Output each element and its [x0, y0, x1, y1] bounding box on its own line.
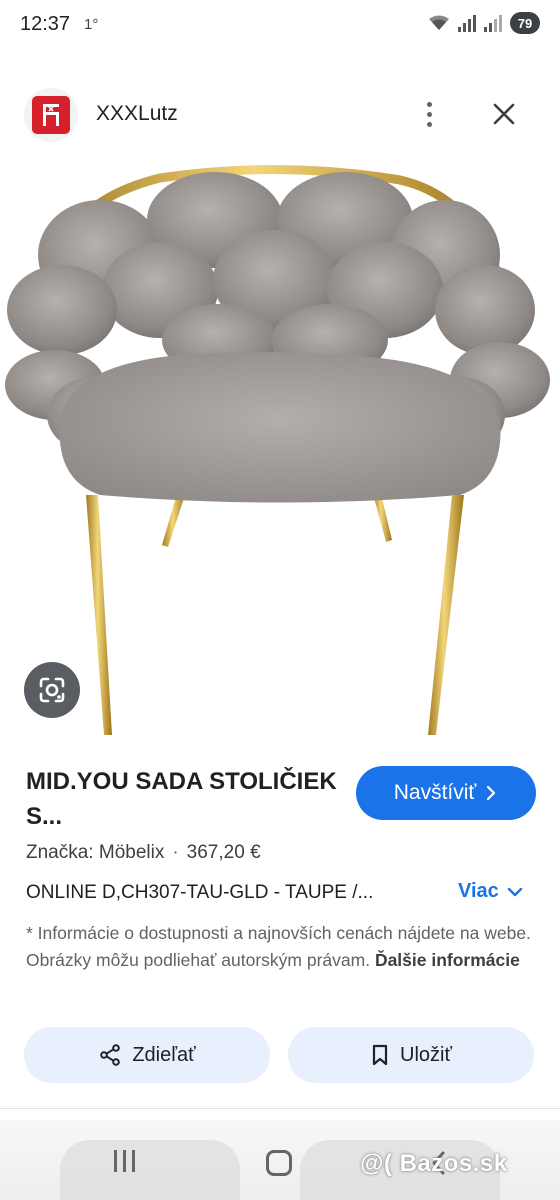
google-lens-icon — [39, 677, 65, 703]
bookmark-icon — [372, 1044, 388, 1066]
status-time: 12:37 — [20, 13, 71, 35]
recents-button[interactable] — [110, 1150, 138, 1174]
share-label: Zdieľať — [132, 1043, 196, 1066]
more-vert-icon[interactable] — [414, 96, 444, 132]
price: 367,20 € — [186, 842, 261, 863]
chevron-down-icon — [507, 887, 522, 896]
home-button[interactable] — [266, 1150, 292, 1176]
battery-icon: 79 — [510, 12, 540, 34]
save-label: Uložiť — [400, 1043, 452, 1066]
chair-logo-icon — [43, 104, 59, 126]
visit-button[interactable]: Navštíviť — [356, 766, 536, 820]
xxxlutz-chair-logo-icon — [32, 96, 70, 134]
status-icons: 79 — [428, 12, 540, 34]
chevron-right-icon — [487, 785, 496, 801]
more-info-link[interactable]: Ďalšie informácie — [375, 950, 520, 970]
google-lens-button[interactable] — [24, 662, 80, 718]
status-bar: 12:37 1° 79 — [0, 0, 560, 50]
watermark: @( Bazos.sk — [360, 1150, 508, 1177]
signal-icon — [484, 14, 502, 32]
close-icon[interactable] — [486, 96, 522, 132]
share-icon — [100, 1044, 121, 1066]
system-nav-bar: @( Bazos.sk — [0, 1120, 560, 1200]
result-header: XXXLutz — [0, 80, 560, 150]
product-image[interactable] — [0, 160, 560, 745]
more-button[interactable]: Viac — [458, 880, 523, 903]
brand-label: Značka: Möbelix — [26, 842, 165, 863]
brand-price-line: Značka: Möbelix · 367,20 € — [26, 842, 261, 864]
signal-icon — [458, 14, 476, 32]
more-button-label: Viac — [458, 880, 499, 902]
wifi-icon — [429, 15, 449, 30]
visit-button-label: Navštíviť — [393, 781, 477, 804]
product-description: ONLINE D,CH307-TAU-GLD - TAUPE /... — [26, 882, 374, 903]
background-thumbnail — [60, 1140, 240, 1200]
status-temperature: 1° — [84, 16, 99, 33]
share-button[interactable]: Zdieľať — [24, 1027, 270, 1083]
site-logo[interactable] — [24, 88, 78, 142]
separator: · — [172, 842, 179, 863]
disclaimer: * Informácie o dostupnosti a najnovších … — [26, 920, 538, 974]
site-name[interactable]: XXXLutz — [96, 102, 178, 126]
save-button[interactable]: Uložiť — [288, 1027, 534, 1083]
divider — [0, 1108, 560, 1109]
product-title[interactable]: MID.YOU SADA STOLIČIEK S... — [26, 764, 346, 834]
chair-photo — [5, 165, 550, 735]
